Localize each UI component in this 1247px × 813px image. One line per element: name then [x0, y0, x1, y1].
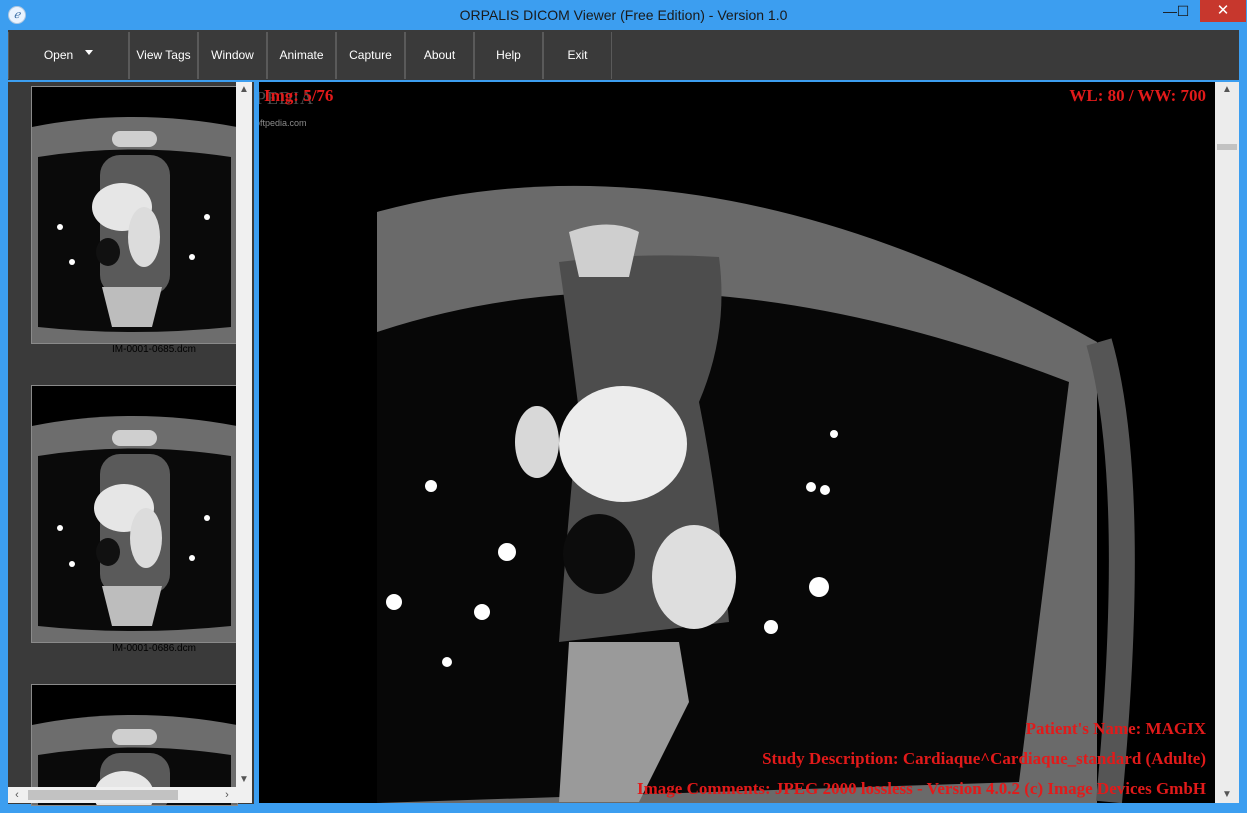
- chevron-down-icon: [85, 50, 94, 56]
- title-bar[interactable]: ℯ ORPALIS DICOM Viewer (Free Edition) - …: [0, 0, 1247, 30]
- open-label: Open: [43, 48, 74, 62]
- window-button[interactable]: Window: [198, 32, 267, 79]
- thumbnail-horizontal-scrollbar[interactable]: ‹ ›: [8, 787, 236, 803]
- capture-button[interactable]: Capture: [336, 32, 405, 79]
- scrollbar-thumb[interactable]: [28, 790, 178, 800]
- watermark-url: www.softpedia.com: [259, 118, 307, 128]
- image-comments-label: Image Comments: JPEG 2000 lossless - Ver…: [637, 779, 1206, 798]
- thumbnail-image[interactable]: [31, 86, 238, 344]
- patient-name-label: Patient's Name: MAGIX: [1025, 719, 1206, 738]
- viewer-vertical-scrollbar[interactable]: ▲ ▼: [1215, 82, 1239, 803]
- scrollbar-thumb[interactable]: [1217, 144, 1237, 150]
- thumbnail-vertical-scrollbar[interactable]: ▲ ▼: [236, 82, 252, 788]
- scroll-up-icon[interactable]: ▲: [1215, 82, 1239, 98]
- scroll-right-icon[interactable]: ›: [220, 787, 234, 803]
- thumbnail-image[interactable]: [31, 385, 238, 643]
- close-button[interactable]: ✕: [1200, 0, 1246, 22]
- open-button[interactable]: Open: [8, 32, 129, 79]
- view-tags-button[interactable]: View Tags: [129, 32, 198, 79]
- scroll-down-icon[interactable]: ▼: [1215, 787, 1239, 803]
- ct-thumbnail-icon: [32, 386, 237, 642]
- toolbar: Open View Tags Window Animate Capture Ab…: [8, 30, 1239, 80]
- scroll-down-icon[interactable]: ▼: [236, 772, 252, 788]
- dicom-image-viewer[interactable]: SOFTPEDIA www.softpedia.com Img: 5/76 WL…: [259, 82, 1215, 803]
- scrollbar-corner: [236, 787, 252, 803]
- window-title: ORPALIS DICOM Viewer (Free Edition) - Ve…: [459, 7, 788, 23]
- window-level-label: WL: 80 / WW: 700: [1069, 86, 1206, 105]
- maximize-icon: ☐: [1176, 3, 1190, 19]
- image-index-label: Img: 5/76: [264, 86, 334, 105]
- ct-scan-image: [259, 82, 1215, 803]
- animate-button[interactable]: Animate: [267, 32, 336, 79]
- ct-thumbnail-icon: [32, 87, 237, 343]
- scroll-up-icon[interactable]: ▲: [236, 82, 252, 98]
- help-button[interactable]: Help: [474, 32, 543, 79]
- study-description-label: Study Description: Cardiaque^Cardiaque_s…: [762, 749, 1206, 768]
- thumbnail-panel: IM-0001-0685.dcm IM-0001-0686.dcm: [8, 82, 254, 806]
- scroll-left-icon[interactable]: ‹: [10, 787, 24, 803]
- about-button[interactable]: About: [405, 32, 474, 79]
- exit-button[interactable]: Exit: [543, 32, 612, 79]
- maximize-button[interactable]: ☐: [1167, 0, 1199, 22]
- app-window: ℯ ORPALIS DICOM Viewer (Free Edition) - …: [0, 0, 1247, 813]
- close-icon: ✕: [1216, 2, 1230, 19]
